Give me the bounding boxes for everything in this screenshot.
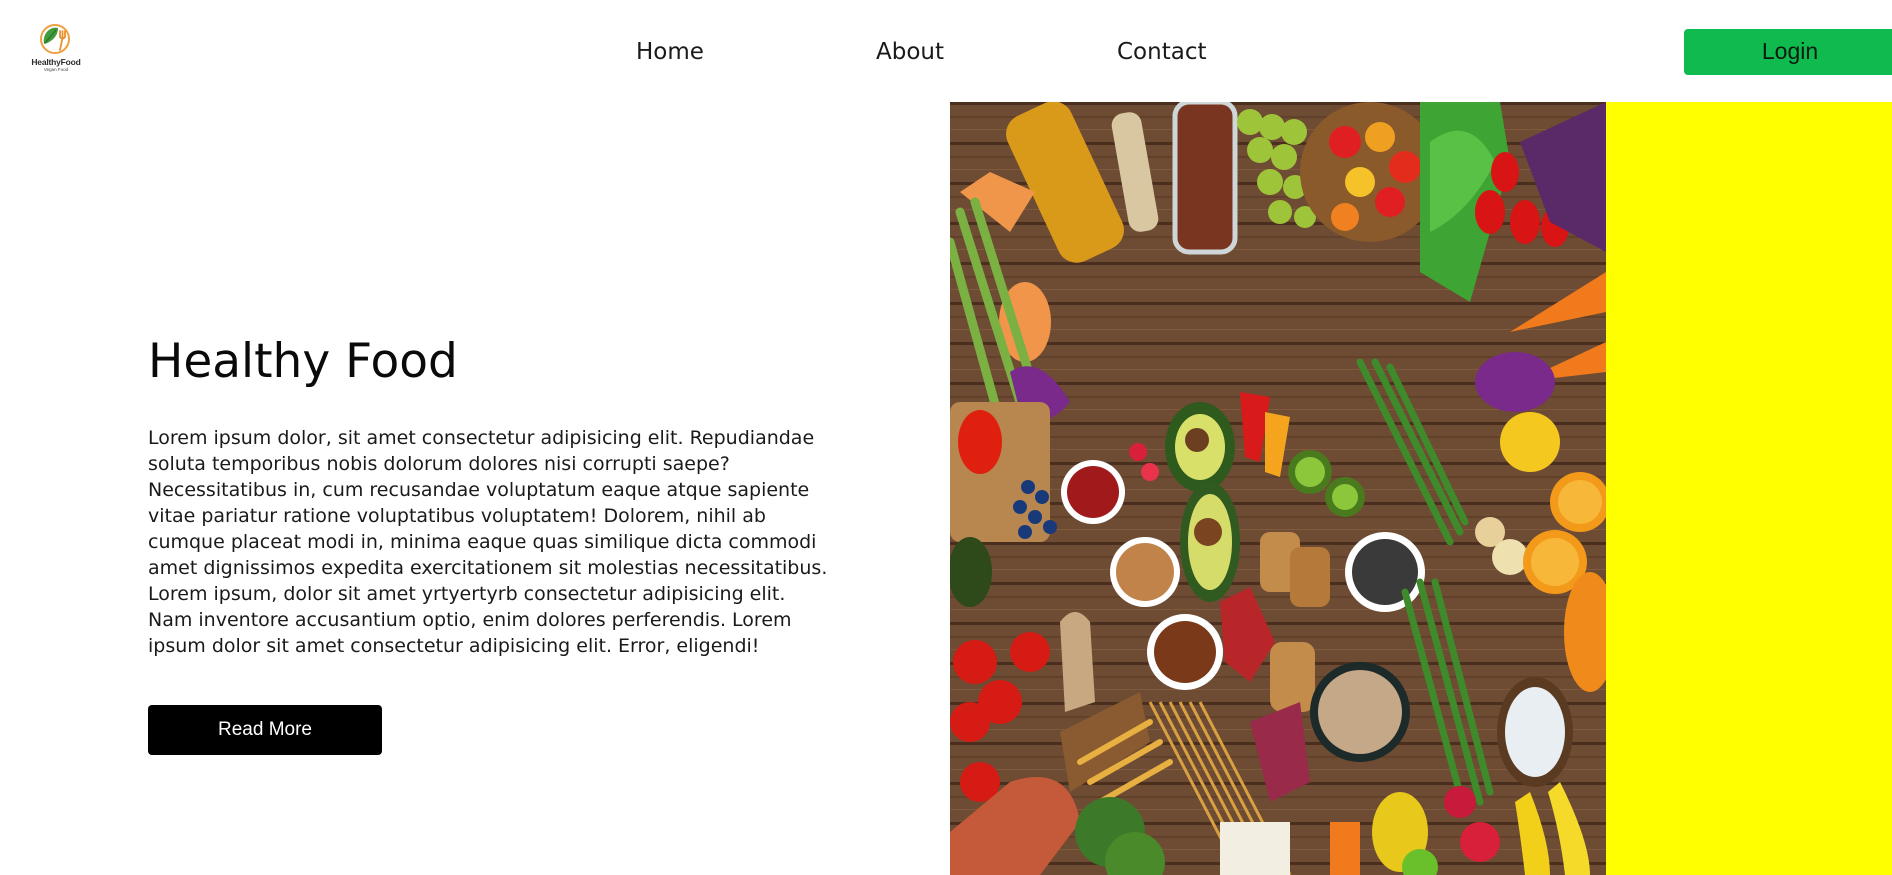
nav-home-link[interactable]: Home (636, 38, 704, 66)
hero-food-image (950, 102, 1606, 875)
logo[interactable]: HealthyFood Vegan Food (27, 22, 85, 74)
landing-page: HealthyFood Vegan Food Home About Contac… (0, 0, 1892, 875)
leaf-fork-icon (40, 24, 70, 54)
logo-tagline: Vegan Food (43, 67, 69, 72)
login-button[interactable]: Login (1684, 29, 1892, 75)
hero-title: Healthy Food (148, 334, 458, 389)
logo-name: HealthyFood (31, 57, 81, 67)
yellow-side-panel (1606, 102, 1892, 875)
hero-description: Lorem ipsum dolor, sit amet consectetur … (148, 427, 828, 657)
nav-about-link[interactable]: About (876, 38, 944, 66)
nav-contact-link[interactable]: Contact (1117, 38, 1206, 66)
read-more-button[interactable]: Read More (148, 705, 382, 755)
